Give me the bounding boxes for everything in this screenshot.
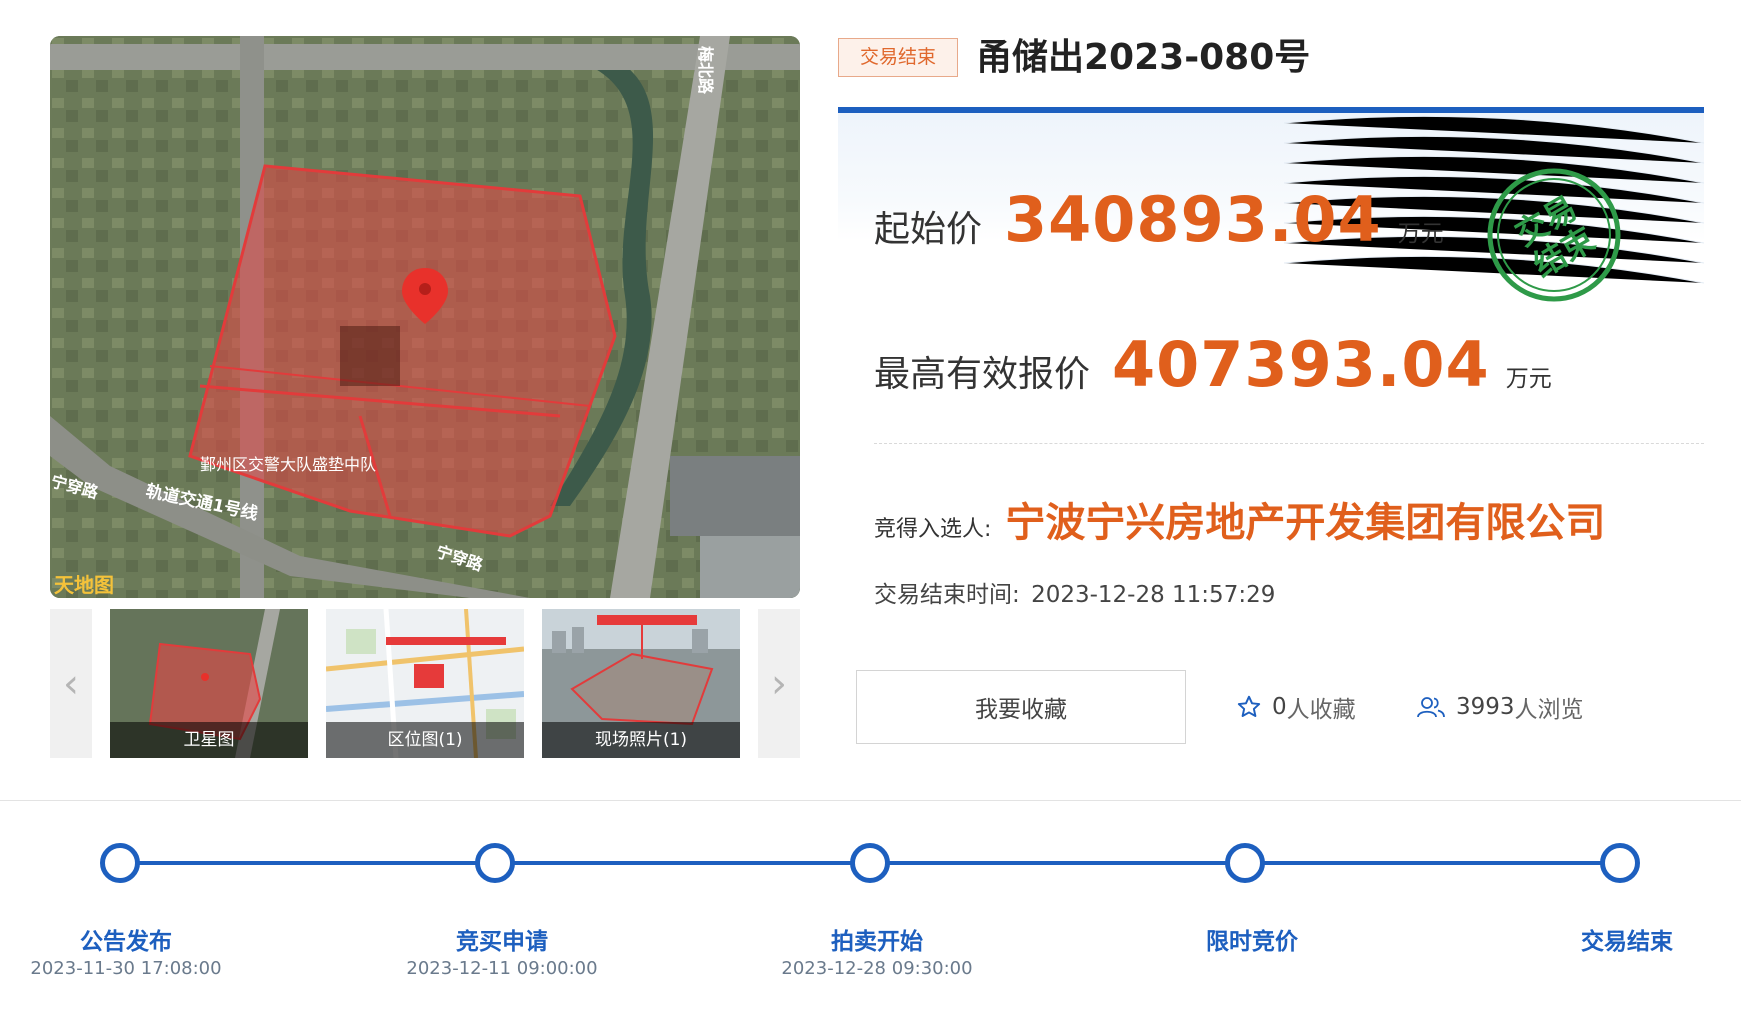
chevron-left-icon: ‹ <box>63 660 79 707</box>
status-badge: 交易结束 <box>838 38 958 77</box>
map-road-label-top: 梅北路 <box>696 46 715 95</box>
satellite-map: 梅北路 宁穿路 宁穿路 鄞州区交警大队盛垫中队 轨道交通1号线 天地图 <box>50 36 800 598</box>
thumbnail-caption: 现场照片(1) <box>542 722 740 758</box>
timeline-node <box>1225 843 1265 883</box>
start-price-unit: 万元 <box>1397 221 1444 247</box>
winner-label: 竞得入选人: <box>874 517 992 542</box>
price-panel: 起始价 340893.04 万元 交易 结束 最高有效报价 407393.04 … <box>838 107 1704 513</box>
winner-row: 竞得入选人: 宁波宁兴房地产开发集团有限公司 <box>874 490 1605 548</box>
thumbnail-strip: ‹ 卫星图 区位图(1) 现场照片(1) › <box>50 609 800 758</box>
timeline-step-auction-start: 拍卖开始 <box>831 929 923 955</box>
favorites-suffix: 人收藏 <box>1286 697 1356 723</box>
chevron-right-icon: › <box>771 660 787 707</box>
thumbnail-caption: 卫星图 <box>110 722 308 758</box>
timeline-node <box>850 843 890 883</box>
thumbnail-next-button[interactable]: › <box>758 609 800 758</box>
timeline-step-application: 竞买申请 <box>456 929 548 955</box>
timeline-step-time: 2023-12-11 09:00:00 <box>406 958 598 979</box>
end-time-label: 交易结束时间: <box>874 582 1020 608</box>
highest-price-label: 最高有效报价 <box>874 354 1091 395</box>
thumbnail-caption: 区位图(1) <box>326 722 524 758</box>
winner-name: 宁波宁兴房地产开发集团有限公司 <box>1005 500 1606 546</box>
page-title: 甬储出2023-080号 <box>976 37 1311 78</box>
section-divider <box>0 800 1741 801</box>
views-suffix: 人浏览 <box>1514 697 1584 723</box>
start-price-label: 起始价 <box>874 209 983 250</box>
end-time-value: 2023-12-28 11:57:29 <box>1031 582 1276 608</box>
tianditu-logo: 天地图 <box>54 573 114 597</box>
timeline-node <box>100 843 140 883</box>
users-icon <box>1417 697 1445 718</box>
highest-price-unit: 万元 <box>1505 366 1552 392</box>
main-satellite-image[interactable]: 梅北路 宁穿路 宁穿路 鄞州区交警大队盛垫中队 轨道交通1号线 天地图 <box>50 36 800 598</box>
divider <box>874 443 1704 444</box>
timeline-node <box>475 843 515 883</box>
thumbnail-location-map[interactable]: 区位图(1) <box>326 609 524 758</box>
views-count: 3993 人浏览 <box>1416 690 1584 724</box>
add-favorite-button[interactable]: 我要收藏 <box>856 670 1186 744</box>
thumbnail-site-photo[interactable]: 现场照片(1) <box>542 609 740 758</box>
views-number: 3993 <box>1456 694 1515 720</box>
start-price-value: 340893.04 <box>1004 183 1382 256</box>
timeline-step-closed: 交易结束 <box>1581 929 1673 955</box>
star-icon <box>1237 695 1261 717</box>
deal-closed-stamp: 交易 结束 <box>1487 168 1621 302</box>
timeline-step-time: 2023-12-28 09:30:00 <box>781 958 973 979</box>
highest-price-row: 最高有效报价 407393.04 万元 <box>874 328 1552 401</box>
thumbnail-prev-button[interactable]: ‹ <box>50 609 92 758</box>
end-time-row: 交易结束时间: 2023-12-28 11:57:29 <box>874 575 1275 609</box>
start-price-row: 起始价 340893.04 万元 <box>874 183 1444 256</box>
favorites-number: 0 <box>1272 694 1287 720</box>
timeline-step-timed-bidding: 限时竞价 <box>1206 929 1298 955</box>
thumbnail-satellite[interactable]: 卫星图 <box>110 609 308 758</box>
map-poi-label: 鄞州区交警大队盛垫中队 <box>200 455 376 474</box>
timeline-step-announcement: 公告发布 <box>80 929 172 955</box>
highest-price-value: 407393.04 <box>1112 328 1490 401</box>
timeline-node <box>1600 843 1640 883</box>
favorites-count: 0 人收藏 <box>1236 690 1356 724</box>
timeline-step-time: 2023-11-30 17:08:00 <box>30 958 222 979</box>
